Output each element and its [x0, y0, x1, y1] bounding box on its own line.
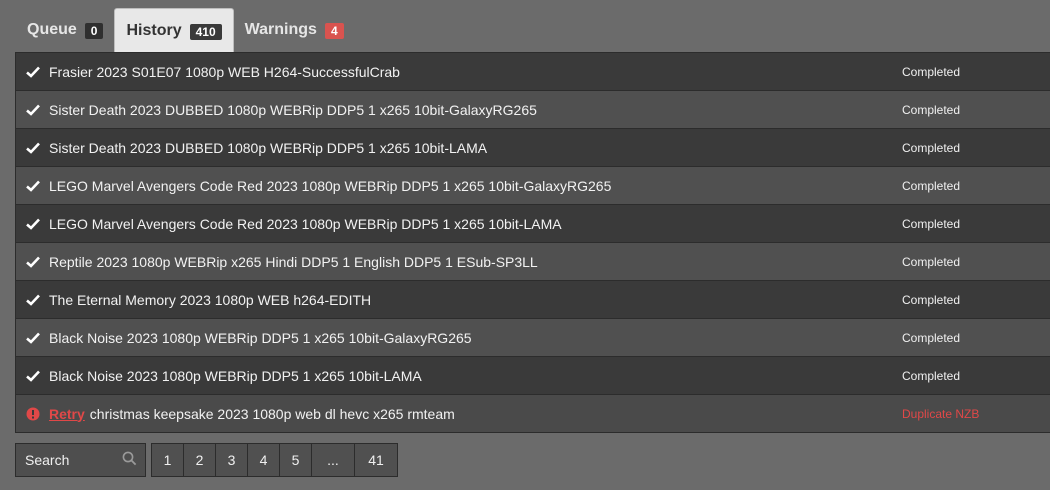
- history-row[interactable]: LEGO Marvel Avengers Code Red 2023 1080p…: [15, 167, 1050, 205]
- failed-item-name-cell: Retry christmas keepsake 2023 1080p web d…: [49, 406, 1050, 422]
- history-list: Frasier 2023 S01E07 1080p WEB H264-Succe…: [15, 52, 1050, 433]
- tab-queue[interactable]: Queue 0: [16, 8, 114, 52]
- checkmark-icon: [16, 66, 49, 78]
- checkmark-icon: [16, 104, 49, 116]
- history-item-name: Black Noise 2023 1080p WEBRip DDP5 1 x26…: [49, 329, 472, 346]
- history-item-status: Completed: [902, 178, 961, 193]
- page-button-3[interactable]: 3: [215, 443, 248, 477]
- queue-count-badge: 0: [84, 23, 104, 39]
- history-item-status: Completed: [902, 292, 961, 307]
- history-item-status: Completed: [902, 368, 961, 383]
- search-placeholder: Search: [25, 452, 70, 468]
- page-button-1[interactable]: 1: [151, 443, 184, 477]
- history-item-name: The Eternal Memory 2023 1080p WEB h264-E…: [49, 291, 372, 308]
- failed-item-status: Duplicate NZB: [902, 406, 980, 421]
- tab-history-label: History: [126, 21, 182, 39]
- history-item-status: Completed: [902, 254, 961, 269]
- history-item-name: LEGO Marvel Avengers Code Red 2023 1080p…: [49, 215, 562, 232]
- history-item-name: Frasier 2023 S01E07 1080p WEB H264-Succe…: [49, 63, 400, 80]
- history-item-name: Sister Death 2023 DUBBED 1080p WEBRip DD…: [49, 101, 537, 118]
- search-icon: [122, 451, 137, 469]
- history-item-name: Sister Death 2023 DUBBED 1080p WEBRip DD…: [49, 139, 488, 156]
- tab-bar: Queue 0 History 410 Warnings 4: [16, 8, 355, 52]
- page-ellipsis: ...: [311, 443, 355, 477]
- history-row[interactable]: Black Noise 2023 1080p WEBRip DDP5 1 x26…: [15, 319, 1050, 357]
- history-row[interactable]: Frasier 2023 S01E07 1080p WEB H264-Succe…: [15, 53, 1050, 91]
- tab-history[interactable]: History 410: [114, 8, 234, 52]
- history-item-status: Completed: [902, 330, 961, 345]
- history-item-name: LEGO Marvel Avengers Code Red 2023 1080p…: [49, 177, 612, 194]
- history-item-name: Reptile 2023 1080p WEBRip x265 Hindi DDP…: [49, 253, 538, 270]
- history-row[interactable]: Sister Death 2023 DUBBED 1080p WEBRip DD…: [15, 129, 1050, 167]
- checkmark-icon: [16, 370, 49, 382]
- history-item-status: Completed: [902, 64, 961, 79]
- checkmark-icon: [16, 294, 49, 306]
- search-input[interactable]: Search: [15, 443, 146, 477]
- history-row[interactable]: LEGO Marvel Avengers Code Red 2023 1080p…: [15, 205, 1050, 243]
- page-button-4[interactable]: 4: [247, 443, 280, 477]
- failed-item-name: christmas keepsake 2023 1080p web dl hev…: [89, 405, 455, 422]
- page-button-last[interactable]: 41: [354, 443, 398, 477]
- history-row[interactable]: Reptile 2023 1080p WEBRip x265 Hindi DDP…: [15, 243, 1050, 281]
- pagination: 1 2 3 4 5 ... 41: [151, 443, 398, 477]
- retry-link[interactable]: Retry: [49, 406, 85, 422]
- history-row[interactable]: Black Noise 2023 1080p WEBRip DDP5 1 x26…: [15, 357, 1050, 395]
- page-button-5[interactable]: 5: [279, 443, 312, 477]
- history-item-status: Completed: [902, 216, 961, 231]
- history-footer: Search 1 2 3 4 5 ... 41: [15, 443, 398, 477]
- history-count-badge: 410: [189, 23, 222, 40]
- tab-queue-label: Queue: [27, 21, 77, 38]
- checkmark-icon: [16, 180, 49, 192]
- history-row[interactable]: The Eternal Memory 2023 1080p WEB h264-E…: [15, 281, 1050, 319]
- history-row[interactable]: Sister Death 2023 DUBBED 1080p WEBRip DD…: [15, 91, 1050, 129]
- checkmark-icon: [16, 332, 49, 344]
- page-button-2[interactable]: 2: [183, 443, 216, 477]
- history-item-name: Black Noise 2023 1080p WEBRip DDP5 1 x26…: [49, 367, 422, 384]
- checkmark-icon: [16, 256, 49, 268]
- checkmark-icon: [16, 142, 49, 154]
- tab-warnings[interactable]: Warnings 4: [234, 8, 355, 52]
- exclamation-circle-icon: [16, 407, 49, 421]
- history-item-status: Completed: [902, 140, 961, 155]
- warnings-count-badge: 4: [324, 23, 344, 39]
- history-item-status: Completed: [902, 102, 961, 117]
- checkmark-icon: [16, 218, 49, 230]
- history-row-failed[interactable]: Retry christmas keepsake 2023 1080p web d…: [15, 395, 1050, 433]
- tab-warnings-label: Warnings: [244, 21, 317, 38]
